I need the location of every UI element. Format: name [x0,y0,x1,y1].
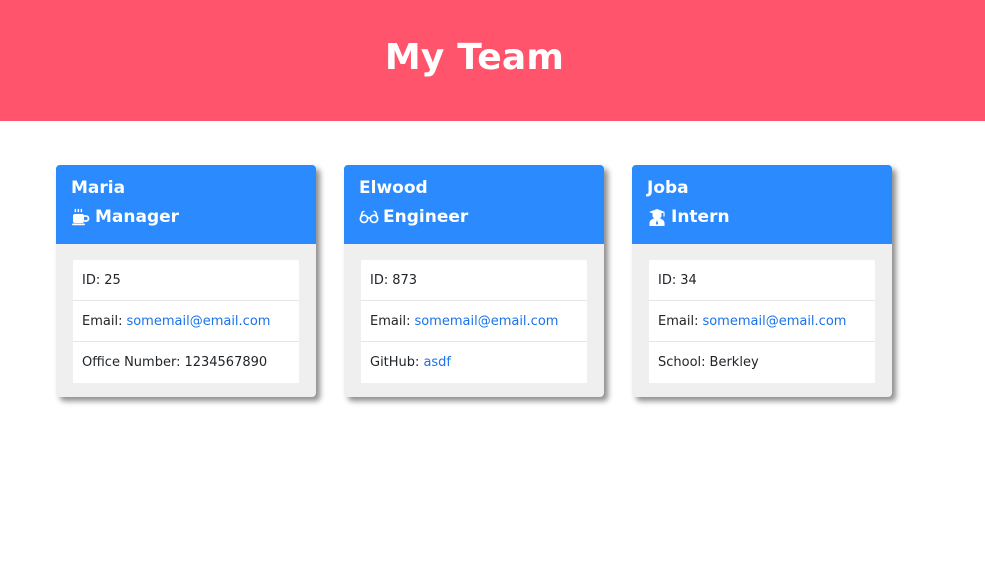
email-link[interactable]: somemail@email.com [414,314,558,329]
id-label: ID: [370,272,389,288]
role-label: Engineer [383,207,469,227]
employee-name: Maria [71,178,126,198]
role-label: Manager [95,207,180,227]
id-value: 34 [680,272,697,288]
employee-role: Engineer [359,206,589,228]
email-link[interactable]: somemail@email.com [702,314,846,329]
office-number-value: 1234567890 [184,355,268,370]
graduate-icon [647,207,667,227]
info-list: ID: 34 Email: somemail@email.com School:… [649,260,875,383]
email-label: Email: [658,313,699,329]
header-banner: My Team [0,0,985,121]
list-item-email: Email: somemail@email.com [649,301,875,342]
card-header: Maria Manager [56,165,316,244]
id-label: ID: [658,272,677,288]
id-value: 25 [104,272,121,288]
list-item-github: GitHub: asdf [361,342,587,383]
employee-card-engineer: Elwood Engineer ID: 873 Email: somemail@… [344,165,604,397]
employee-name: Joba [647,178,689,198]
email-link[interactable]: somemail@email.com [126,314,270,329]
list-item-id: ID: 34 [649,260,875,301]
school-value: Berkley [709,355,759,370]
card-header: Elwood Engineer [344,165,604,244]
info-list: ID: 873 Email: somemail@email.com GitHub… [361,260,587,383]
role-label: Intern [671,207,730,227]
office-number-label: Office Number: [82,355,181,370]
card-header: Joba Intern [632,165,892,244]
page-title: My Team [384,37,565,78]
list-item-id: ID: 873 [361,260,587,301]
coffee-mug-icon [71,207,91,227]
employee-role: Intern [647,206,877,228]
email-label: Email: [82,313,123,329]
employee-name: Elwood [359,178,428,198]
list-item-email: Email: somemail@email.com [361,301,587,342]
list-item-id: ID: 25 [73,260,299,301]
list-item-email: Email: somemail@email.com [73,301,299,342]
employee-card-manager: Maria Manager ID: 25 Email: somemail@ema… [56,165,316,397]
glasses-icon [359,207,379,227]
employee-card-intern: Joba Intern ID: 34 Email: somemail@email… [632,165,892,397]
github-label: GitHub: [370,355,420,370]
employee-role: Manager [71,206,301,228]
school-label: School: [658,355,706,370]
email-label: Email: [370,313,411,329]
id-label: ID: [82,272,101,288]
id-value: 873 [392,272,418,288]
info-list: ID: 25 Email: somemail@email.com Office … [73,260,299,383]
github-link[interactable]: asdf [423,355,451,370]
list-item-office: Office Number: 1234567890 [73,342,299,383]
team-cards: Maria Manager ID: 25 Email: somemail@ema… [56,165,892,397]
list-item-school: School: Berkley [649,342,875,383]
